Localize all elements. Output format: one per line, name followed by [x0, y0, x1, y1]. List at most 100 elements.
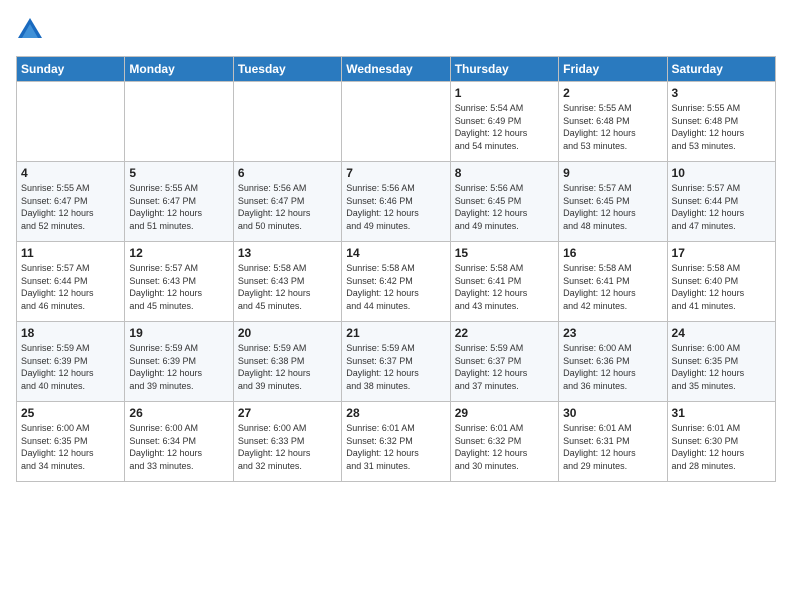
calendar-cell: 17 Sunrise: 5:58 AM Sunset: 6:40 PM Dayli… — [667, 242, 775, 322]
day-info: Sunrise: 5:59 AM Sunset: 6:38 PM Dayligh… — [238, 342, 337, 392]
day-info: Sunrise: 5:56 AM Sunset: 6:47 PM Dayligh… — [238, 182, 337, 232]
calendar-cell: 21 Sunrise: 5:59 AM Sunset: 6:37 PM Dayli… — [342, 322, 450, 402]
calendar-cell: 1 Sunrise: 5:54 AM Sunset: 6:49 PM Daylig… — [450, 82, 558, 162]
day-info: Sunrise: 6:01 AM Sunset: 6:32 PM Dayligh… — [455, 422, 554, 472]
day-info: Sunrise: 5:59 AM Sunset: 6:39 PM Dayligh… — [21, 342, 120, 392]
calendar-cell: 31 Sunrise: 6:01 AM Sunset: 6:30 PM Dayli… — [667, 402, 775, 482]
calendar-cell: 25Sunrise: 6:00 AM Sunset: 6:35 PM Dayli… — [17, 402, 125, 482]
calendar-cell: 27 Sunrise: 6:00 AM Sunset: 6:33 PM Dayli… — [233, 402, 341, 482]
calendar-cell — [17, 82, 125, 162]
calendar-cell — [125, 82, 233, 162]
calendar-cell: 8Sunrise: 5:56 AM Sunset: 6:45 PM Daylig… — [450, 162, 558, 242]
day-info: Sunrise: 5:55 AM Sunset: 6:47 PM Dayligh… — [21, 182, 120, 232]
day-number: 26 — [129, 406, 228, 420]
day-info: Sunrise: 5:59 AM Sunset: 6:39 PM Dayligh… — [129, 342, 228, 392]
day-info: Sunrise: 5:59 AM Sunset: 6:37 PM Dayligh… — [346, 342, 445, 392]
day-number: 3 — [672, 86, 771, 100]
calendar-cell: 13Sunrise: 5:58 AM Sunset: 6:43 PM Dayli… — [233, 242, 341, 322]
calendar-cell: 19Sunrise: 5:59 AM Sunset: 6:39 PM Dayli… — [125, 322, 233, 402]
day-info: Sunrise: 6:00 AM Sunset: 6:36 PM Dayligh… — [563, 342, 662, 392]
calendar-table: SundayMondayTuesdayWednesdayThursdayFrid… — [16, 56, 776, 482]
calendar-cell: 9Sunrise: 5:57 AM Sunset: 6:45 PM Daylig… — [559, 162, 667, 242]
day-info: Sunrise: 6:01 AM Sunset: 6:32 PM Dayligh… — [346, 422, 445, 472]
day-number: 17 — [672, 246, 771, 260]
day-number: 4 — [21, 166, 120, 180]
column-header-sunday: Sunday — [17, 57, 125, 82]
day-number: 23 — [563, 326, 662, 340]
day-info: Sunrise: 6:01 AM Sunset: 6:30 PM Dayligh… — [672, 422, 771, 472]
day-info: Sunrise: 5:57 AM Sunset: 6:44 PM Dayligh… — [21, 262, 120, 312]
day-number: 2 — [563, 86, 662, 100]
calendar-cell: 24 Sunrise: 6:00 AM Sunset: 6:35 PM Dayli… — [667, 322, 775, 402]
day-info: Sunrise: 5:58 AM Sunset: 6:40 PM Dayligh… — [672, 262, 771, 312]
day-number: 16 — [563, 246, 662, 260]
calendar-cell — [233, 82, 341, 162]
column-header-thursday: Thursday — [450, 57, 558, 82]
column-header-tuesday: Tuesday — [233, 57, 341, 82]
day-info: Sunrise: 5:58 AM Sunset: 6:41 PM Dayligh… — [455, 262, 554, 312]
day-info: Sunrise: 5:58 AM Sunset: 6:42 PM Dayligh… — [346, 262, 445, 312]
calendar-cell: 23 Sunrise: 6:00 AM Sunset: 6:36 PM Dayli… — [559, 322, 667, 402]
day-info: Sunrise: 5:54 AM Sunset: 6:49 PM Dayligh… — [455, 102, 554, 152]
calendar-cell: 22 Sunrise: 5:59 AM Sunset: 6:37 PM Dayli… — [450, 322, 558, 402]
calendar-cell: 6Sunrise: 5:56 AM Sunset: 6:47 PM Daylig… — [233, 162, 341, 242]
day-info: Sunrise: 6:00 AM Sunset: 6:35 PM Dayligh… — [672, 342, 771, 392]
day-number: 21 — [346, 326, 445, 340]
calendar-cell: 7Sunrise: 5:56 AM Sunset: 6:46 PM Daylig… — [342, 162, 450, 242]
day-info: Sunrise: 5:59 AM Sunset: 6:37 PM Dayligh… — [455, 342, 554, 392]
calendar-cell: 28 Sunrise: 6:01 AM Sunset: 6:32 PM Dayli… — [342, 402, 450, 482]
logo — [16, 16, 48, 44]
day-number: 27 — [238, 406, 337, 420]
day-number: 20 — [238, 326, 337, 340]
calendar-cell: 20 Sunrise: 5:59 AM Sunset: 6:38 PM Dayli… — [233, 322, 341, 402]
day-number: 18 — [21, 326, 120, 340]
column-header-friday: Friday — [559, 57, 667, 82]
column-header-wednesday: Wednesday — [342, 57, 450, 82]
day-number: 11 — [21, 246, 120, 260]
day-number: 7 — [346, 166, 445, 180]
calendar-cell: 10 Sunrise: 5:57 AM Sunset: 6:44 PM Dayli… — [667, 162, 775, 242]
day-number: 9 — [563, 166, 662, 180]
calendar-week-row: 11 Sunrise: 5:57 AM Sunset: 6:44 PM Dayli… — [17, 242, 776, 322]
calendar-cell — [342, 82, 450, 162]
day-number: 22 — [455, 326, 554, 340]
day-number: 15 — [455, 246, 554, 260]
day-info: Sunrise: 5:57 AM Sunset: 6:44 PM Dayligh… — [672, 182, 771, 232]
day-info: Sunrise: 5:55 AM Sunset: 6:47 PM Dayligh… — [129, 182, 228, 232]
day-number: 29 — [455, 406, 554, 420]
calendar-cell: 29 Sunrise: 6:01 AM Sunset: 6:32 PM Dayli… — [450, 402, 558, 482]
day-info: Sunrise: 6:00 AM Sunset: 6:33 PM Dayligh… — [238, 422, 337, 472]
calendar-cell: 15 Sunrise: 5:58 AM Sunset: 6:41 PM Dayli… — [450, 242, 558, 322]
column-header-saturday: Saturday — [667, 57, 775, 82]
calendar-cell: 26 Sunrise: 6:00 AM Sunset: 6:34 PM Dayli… — [125, 402, 233, 482]
day-number: 12 — [129, 246, 228, 260]
column-header-monday: Monday — [125, 57, 233, 82]
calendar-week-row: 4 Sunrise: 5:55 AM Sunset: 6:47 PM Daylig… — [17, 162, 776, 242]
day-info: Sunrise: 5:58 AM Sunset: 6:43 PM Dayligh… — [238, 262, 337, 312]
day-info: Sunrise: 5:58 AM Sunset: 6:41 PM Dayligh… — [563, 262, 662, 312]
day-info: Sunrise: 6:01 AM Sunset: 6:31 PM Dayligh… — [563, 422, 662, 472]
day-number: 14 — [346, 246, 445, 260]
calendar-cell: 30Sunrise: 6:01 AM Sunset: 6:31 PM Dayli… — [559, 402, 667, 482]
calendar-cell: 18 Sunrise: 5:59 AM Sunset: 6:39 PM Dayli… — [17, 322, 125, 402]
day-number: 1 — [455, 86, 554, 100]
calendar-week-row: 18 Sunrise: 5:59 AM Sunset: 6:39 PM Dayli… — [17, 322, 776, 402]
calendar-cell: 5Sunrise: 5:55 AM Sunset: 6:47 PM Daylig… — [125, 162, 233, 242]
day-number: 10 — [672, 166, 771, 180]
calendar-cell: 11 Sunrise: 5:57 AM Sunset: 6:44 PM Dayli… — [17, 242, 125, 322]
calendar-header-row: SundayMondayTuesdayWednesdayThursdayFrid… — [17, 57, 776, 82]
day-info: Sunrise: 5:55 AM Sunset: 6:48 PM Dayligh… — [672, 102, 771, 152]
calendar-cell: 3 Sunrise: 5:55 AM Sunset: 6:48 PM Daylig… — [667, 82, 775, 162]
calendar-cell: 2Sunrise: 5:55 AM Sunset: 6:48 PM Daylig… — [559, 82, 667, 162]
day-info: Sunrise: 6:00 AM Sunset: 6:34 PM Dayligh… — [129, 422, 228, 472]
logo-icon — [16, 16, 44, 44]
day-number: 31 — [672, 406, 771, 420]
calendar-cell: 14 Sunrise: 5:58 AM Sunset: 6:42 PM Dayli… — [342, 242, 450, 322]
day-info: Sunrise: 6:00 AM Sunset: 6:35 PM Dayligh… — [21, 422, 120, 472]
day-info: Sunrise: 5:57 AM Sunset: 6:43 PM Dayligh… — [129, 262, 228, 312]
calendar-week-row: 25Sunrise: 6:00 AM Sunset: 6:35 PM Dayli… — [17, 402, 776, 482]
calendar-cell: 4 Sunrise: 5:55 AM Sunset: 6:47 PM Daylig… — [17, 162, 125, 242]
day-number: 28 — [346, 406, 445, 420]
calendar-cell: 12 Sunrise: 5:57 AM Sunset: 6:43 PM Dayli… — [125, 242, 233, 322]
day-number: 24 — [672, 326, 771, 340]
